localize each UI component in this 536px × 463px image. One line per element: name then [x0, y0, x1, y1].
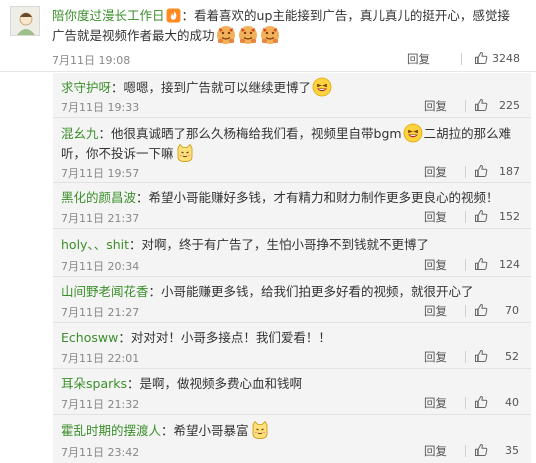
like-count: 225: [499, 99, 520, 112]
reply-time: 7月11日 20:34: [61, 260, 140, 273]
reply-text: ：小哥能赚更多钱，给我们拍更多好看的视频，就很开心了: [148, 284, 474, 299]
like-icon[interactable]: [474, 98, 488, 112]
like-icon[interactable]: [474, 303, 488, 317]
comment-thread: 陪你度过漫长工作日 ：看着喜欢的up主能接到广告，真儿真儿的挺开心，感觉接广告就是…: [0, 0, 536, 463]
reply-text: ：希望小哥暴富: [161, 423, 249, 438]
reply-button[interactable]: 回复: [424, 257, 447, 273]
reply-body: Echosww：对对对！小哥多接点！我们爱看！！: [61, 328, 523, 347]
reply-body: 求守护呀：嗯嗯，接到广告就可以继续更博了: [61, 77, 523, 97]
reply-list: 求守护呀：嗯嗯，接到广告就可以继续更博了 7月11日 19:33 回复 225 …: [53, 73, 531, 463]
main-comment-like-count: 3248: [492, 52, 520, 65]
reply-item: 霍乱时期的摆渡人：希望小哥暴富 7月11日 23:42 回复 35: [53, 415, 531, 463]
main-comment-time: 7月11日 19:08: [52, 54, 131, 67]
like-icon[interactable]: [474, 443, 488, 457]
reply-button[interactable]: 回复: [424, 443, 447, 459]
divider: [465, 259, 466, 271]
reply-button[interactable]: 回复: [424, 164, 447, 180]
reply-username[interactable]: 黑化的颜昌波: [61, 190, 136, 205]
reply-item: 黑化的颜昌波：希望小哥能赚好多钱，才有精力和财力制作更多更良心的视频！ 7月11…: [53, 183, 531, 229]
reply-body: 混幺九：他很真诚晒了那么久杨梅给我们看，视频里自带bgm 二胡拉的那么难听，你不投…: [61, 123, 523, 163]
laughing-emoji-icon: [403, 123, 423, 143]
divider: [465, 100, 466, 112]
reply-username[interactable]: Echosww: [61, 330, 118, 345]
divider: [465, 305, 466, 317]
reply-item: 求守护呀：嗯嗯，接到广告就可以继续更博了 7月11日 19:33 回复 225: [53, 73, 531, 118]
main-comment-username[interactable]: 陪你度过漫长工作日: [52, 8, 165, 23]
reply-time: 7月11日 21:32: [61, 398, 140, 411]
reply-body: 黑化的颜昌波：希望小哥能赚好多钱，才有精力和财力制作更多更良心的视频！: [61, 188, 523, 207]
like-icon[interactable]: [474, 257, 488, 271]
main-comment-body: 陪你度过漫长工作日 ：看着喜欢的up主能接到广告，真儿真儿的挺开心，感觉接广告就是…: [52, 6, 522, 45]
reply-text: ：是啊，做视频多费心血和钱啊: [127, 376, 303, 391]
like-icon[interactable]: [474, 164, 488, 178]
reply-time: 7月11日 22:01: [61, 352, 140, 365]
reply-item: 混幺九：他很真诚晒了那么久杨梅给我们看，视频里自带bgm 二胡拉的那么难听，你不投…: [53, 118, 531, 183]
reply-time: 7月11日 23:42: [61, 446, 140, 459]
reply-username[interactable]: 霍乱时期的摆渡人: [61, 423, 161, 438]
reply-text: ：希望小哥能赚好多钱，才有精力和财力制作更多更良心的视频！: [136, 190, 499, 205]
reply-text: ：对啊，终于有广告了，生怕小哥挣不到钱就不更博了: [129, 237, 430, 252]
reply-username[interactable]: 求守护呀: [61, 80, 111, 95]
reply-item: holy、、shit：对啊，终于有广告了，生怕小哥挣不到钱就不更博了 7月11日…: [53, 229, 531, 277]
reply-time: 7月11日 21:37: [61, 212, 140, 225]
reply-button[interactable]: 回复: [424, 395, 447, 411]
reply-username[interactable]: 山间野老闻花香: [61, 284, 149, 299]
reply-button[interactable]: 回复: [424, 349, 447, 365]
reply-time: 7月11日 19:33: [61, 101, 140, 114]
like-icon[interactable]: [474, 51, 488, 65]
reply-item: 耳朵sparks：是啊，做视频多费心血和钱啊 7月11日 21:32 回复 40: [53, 369, 531, 415]
avatar-image: [11, 7, 39, 35]
reply-username[interactable]: 耳朵sparks: [61, 376, 127, 391]
like-icon[interactable]: [474, 209, 488, 223]
like-count: 70: [505, 304, 519, 317]
divider: [465, 445, 466, 457]
fist-emoji-icon: [238, 25, 258, 45]
reply-button[interactable]: 回复: [424, 209, 447, 225]
reply-body: 霍乱时期的摆渡人：希望小哥暴富: [61, 420, 523, 440]
reply-body: 耳朵sparks：是啊，做视频多费心血和钱啊: [61, 374, 523, 393]
fire-badge-icon: [166, 8, 181, 23]
reply-button[interactable]: 回复: [424, 303, 447, 319]
divider: [465, 211, 466, 223]
divider: [461, 53, 462, 65]
divider: [465, 351, 466, 363]
cat-emoji-icon: [175, 143, 195, 163]
reply-text: ：对对对！小哥多接点！我们爱看！！: [118, 330, 331, 345]
like-icon[interactable]: [474, 395, 488, 409]
like-count: 40: [505, 396, 519, 409]
like-count: 152: [499, 210, 520, 223]
reply-text: ：他很真诚晒了那么久杨梅给我们看，视频里自带bgm: [98, 126, 402, 141]
reply-button[interactable]: 回复: [424, 98, 447, 114]
avatar[interactable]: [10, 6, 40, 36]
like-count: 52: [505, 350, 519, 363]
like-count: 35: [505, 444, 519, 457]
fist-emoji-icon: [216, 25, 236, 45]
divider: [465, 397, 466, 409]
like-count: 124: [499, 258, 520, 271]
reply-username[interactable]: holy、、shit: [61, 237, 129, 252]
reply-body: 山间野老闻花香：小哥能赚更多钱，给我们拍更多好看的视频，就很开心了: [61, 282, 523, 301]
main-comment-reply-button[interactable]: 回复: [407, 51, 430, 67]
fist-emoji-icon: [260, 25, 280, 45]
reply-item: 山间野老闻花香：小哥能赚更多钱，给我们拍更多好看的视频，就很开心了 7月11日 …: [53, 277, 531, 323]
like-count: 187: [499, 165, 520, 178]
reply-text: ：嗯嗯，接到广告就可以继续更博了: [111, 80, 312, 95]
reply-body: holy、、shit：对啊，终于有广告了，生怕小哥挣不到钱就不更博了: [61, 235, 523, 254]
reply-username[interactable]: 混幺九: [61, 126, 99, 141]
like-icon[interactable]: [474, 349, 488, 363]
reply-time: 7月11日 19:57: [61, 167, 140, 180]
laughing-emoji-icon: [312, 77, 332, 97]
reply-time: 7月11日 21:27: [61, 306, 140, 319]
cat-emoji-icon: [250, 420, 270, 440]
reply-item: Echosww：对对对！小哥多接点！我们爱看！！ 7月11日 22:01 回复 …: [53, 323, 531, 369]
divider: [465, 166, 466, 178]
main-comment: 陪你度过漫长工作日 ：看着喜欢的up主能接到广告，真儿真儿的挺开心，感觉接广告就是…: [0, 0, 536, 72]
